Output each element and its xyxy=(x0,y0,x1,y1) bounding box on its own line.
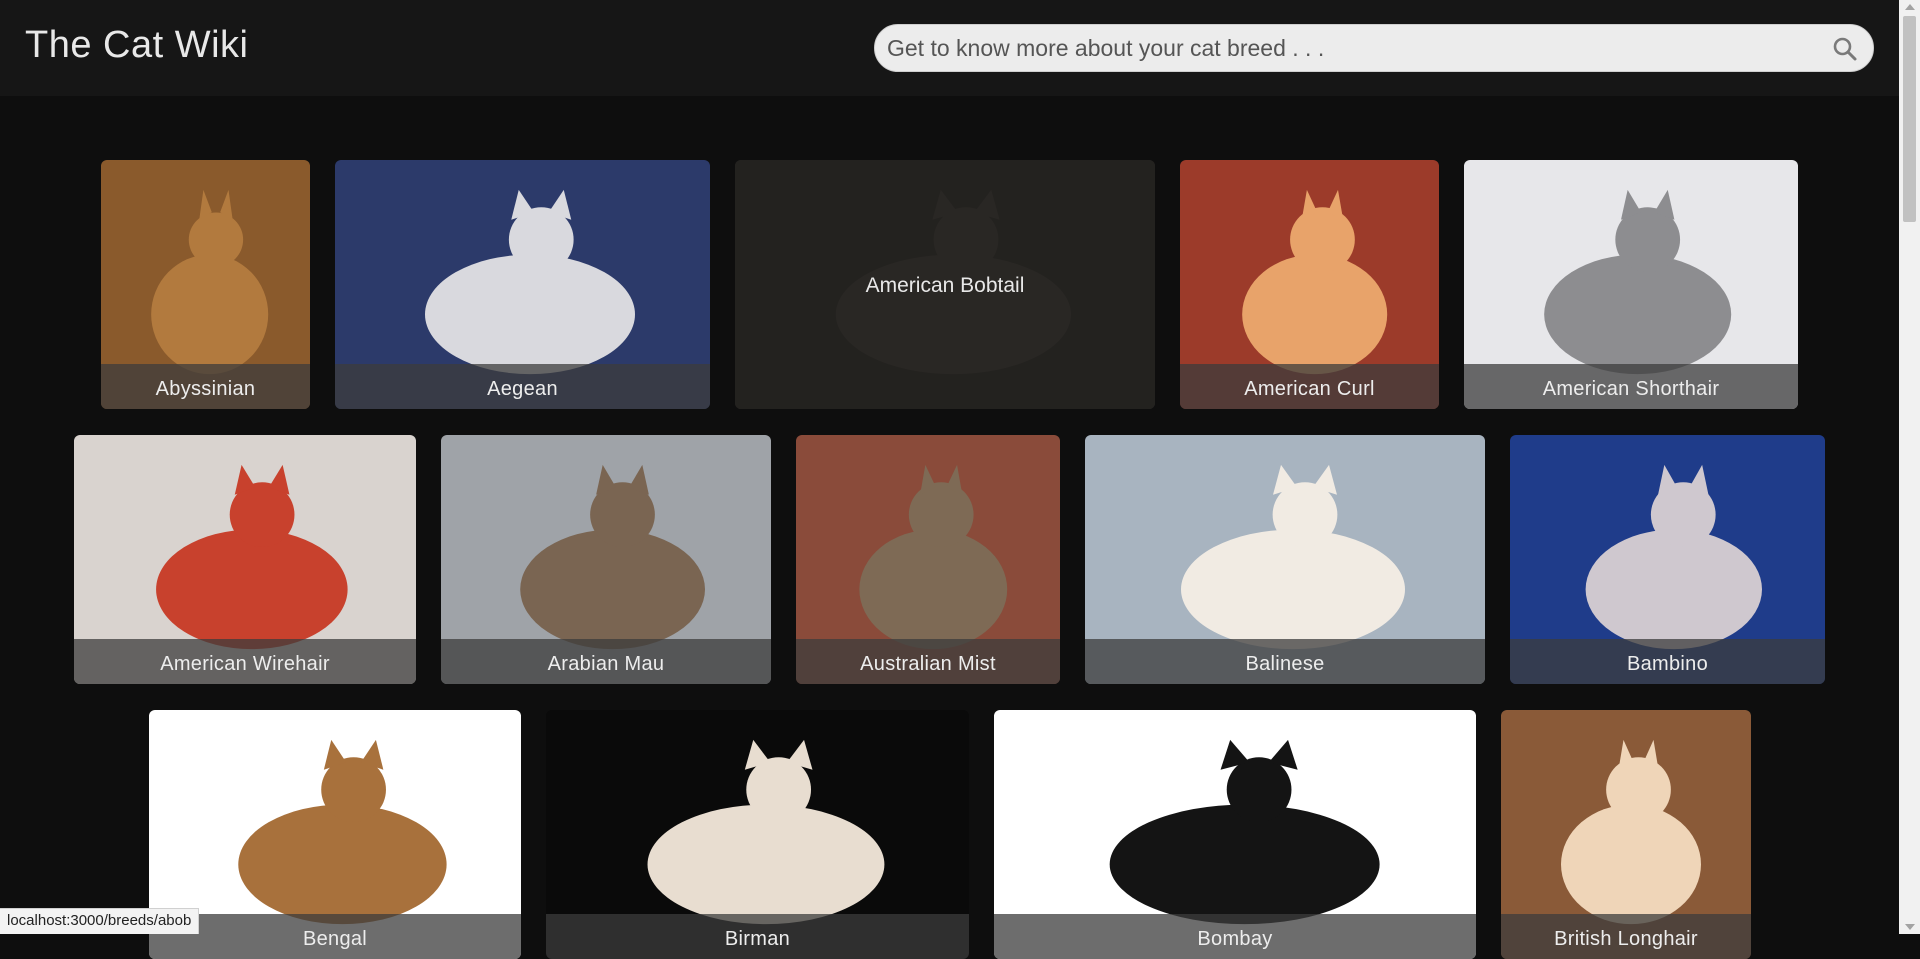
breed-name: American Wirehair xyxy=(74,653,416,676)
breed-name: Aegean xyxy=(335,378,710,401)
breed-card[interactable]: Bengal xyxy=(149,710,521,959)
breed-gallery: Abyssinian Aegean American Bobtail American… xyxy=(0,96,1899,934)
search-icon[interactable] xyxy=(1831,35,1859,63)
breed-card[interactable]: British Longhair xyxy=(1501,710,1751,959)
breed-card[interactable]: American Wirehair xyxy=(74,435,416,684)
scroll-up-icon[interactable] xyxy=(1905,4,1915,10)
breed-card[interactable]: American Bobtail xyxy=(735,160,1155,409)
breed-name: British Longhair xyxy=(1501,928,1751,951)
breed-name: American Shorthair xyxy=(1464,378,1798,401)
scrollbar-thumb[interactable] xyxy=(1903,16,1916,222)
scrollbar[interactable] xyxy=(1899,0,1920,934)
breed-card[interactable]: Australian Mist xyxy=(796,435,1060,684)
breed-name: Bambino xyxy=(1510,653,1825,676)
breed-card[interactable]: Bambino xyxy=(1510,435,1825,684)
breed-name: Abyssinian xyxy=(101,378,310,401)
breed-name: Bengal xyxy=(149,928,521,951)
breed-card[interactable]: American Curl xyxy=(1180,160,1439,409)
breed-name: Arabian Mau xyxy=(441,653,771,676)
breed-name: Australian Mist xyxy=(796,653,1060,676)
scroll-down-icon[interactable] xyxy=(1905,924,1915,930)
breed-name: American Curl xyxy=(1180,378,1439,401)
site-title[interactable]: The Cat Wiki xyxy=(25,24,248,67)
breed-name: Balinese xyxy=(1085,653,1485,676)
breed-card[interactable]: Balinese xyxy=(1085,435,1485,684)
top-bar: The Cat Wiki xyxy=(0,0,1899,96)
search-input[interactable] xyxy=(887,25,1807,71)
breed-name: Birman xyxy=(546,928,969,951)
search-box[interactable] xyxy=(874,24,1874,72)
status-bar-url: localhost:3000/breeds/abob xyxy=(0,908,199,934)
breed-card[interactable]: American Shorthair xyxy=(1464,160,1798,409)
breed-card[interactable]: Abyssinian xyxy=(101,160,310,409)
breed-name: Bombay xyxy=(994,928,1476,951)
breed-name: American Bobtail xyxy=(735,274,1155,298)
breed-card[interactable]: Aegean xyxy=(335,160,710,409)
breed-card[interactable]: Arabian Mau xyxy=(441,435,771,684)
breed-card[interactable]: Bombay xyxy=(994,710,1476,959)
breed-card[interactable]: Birman xyxy=(546,710,969,959)
